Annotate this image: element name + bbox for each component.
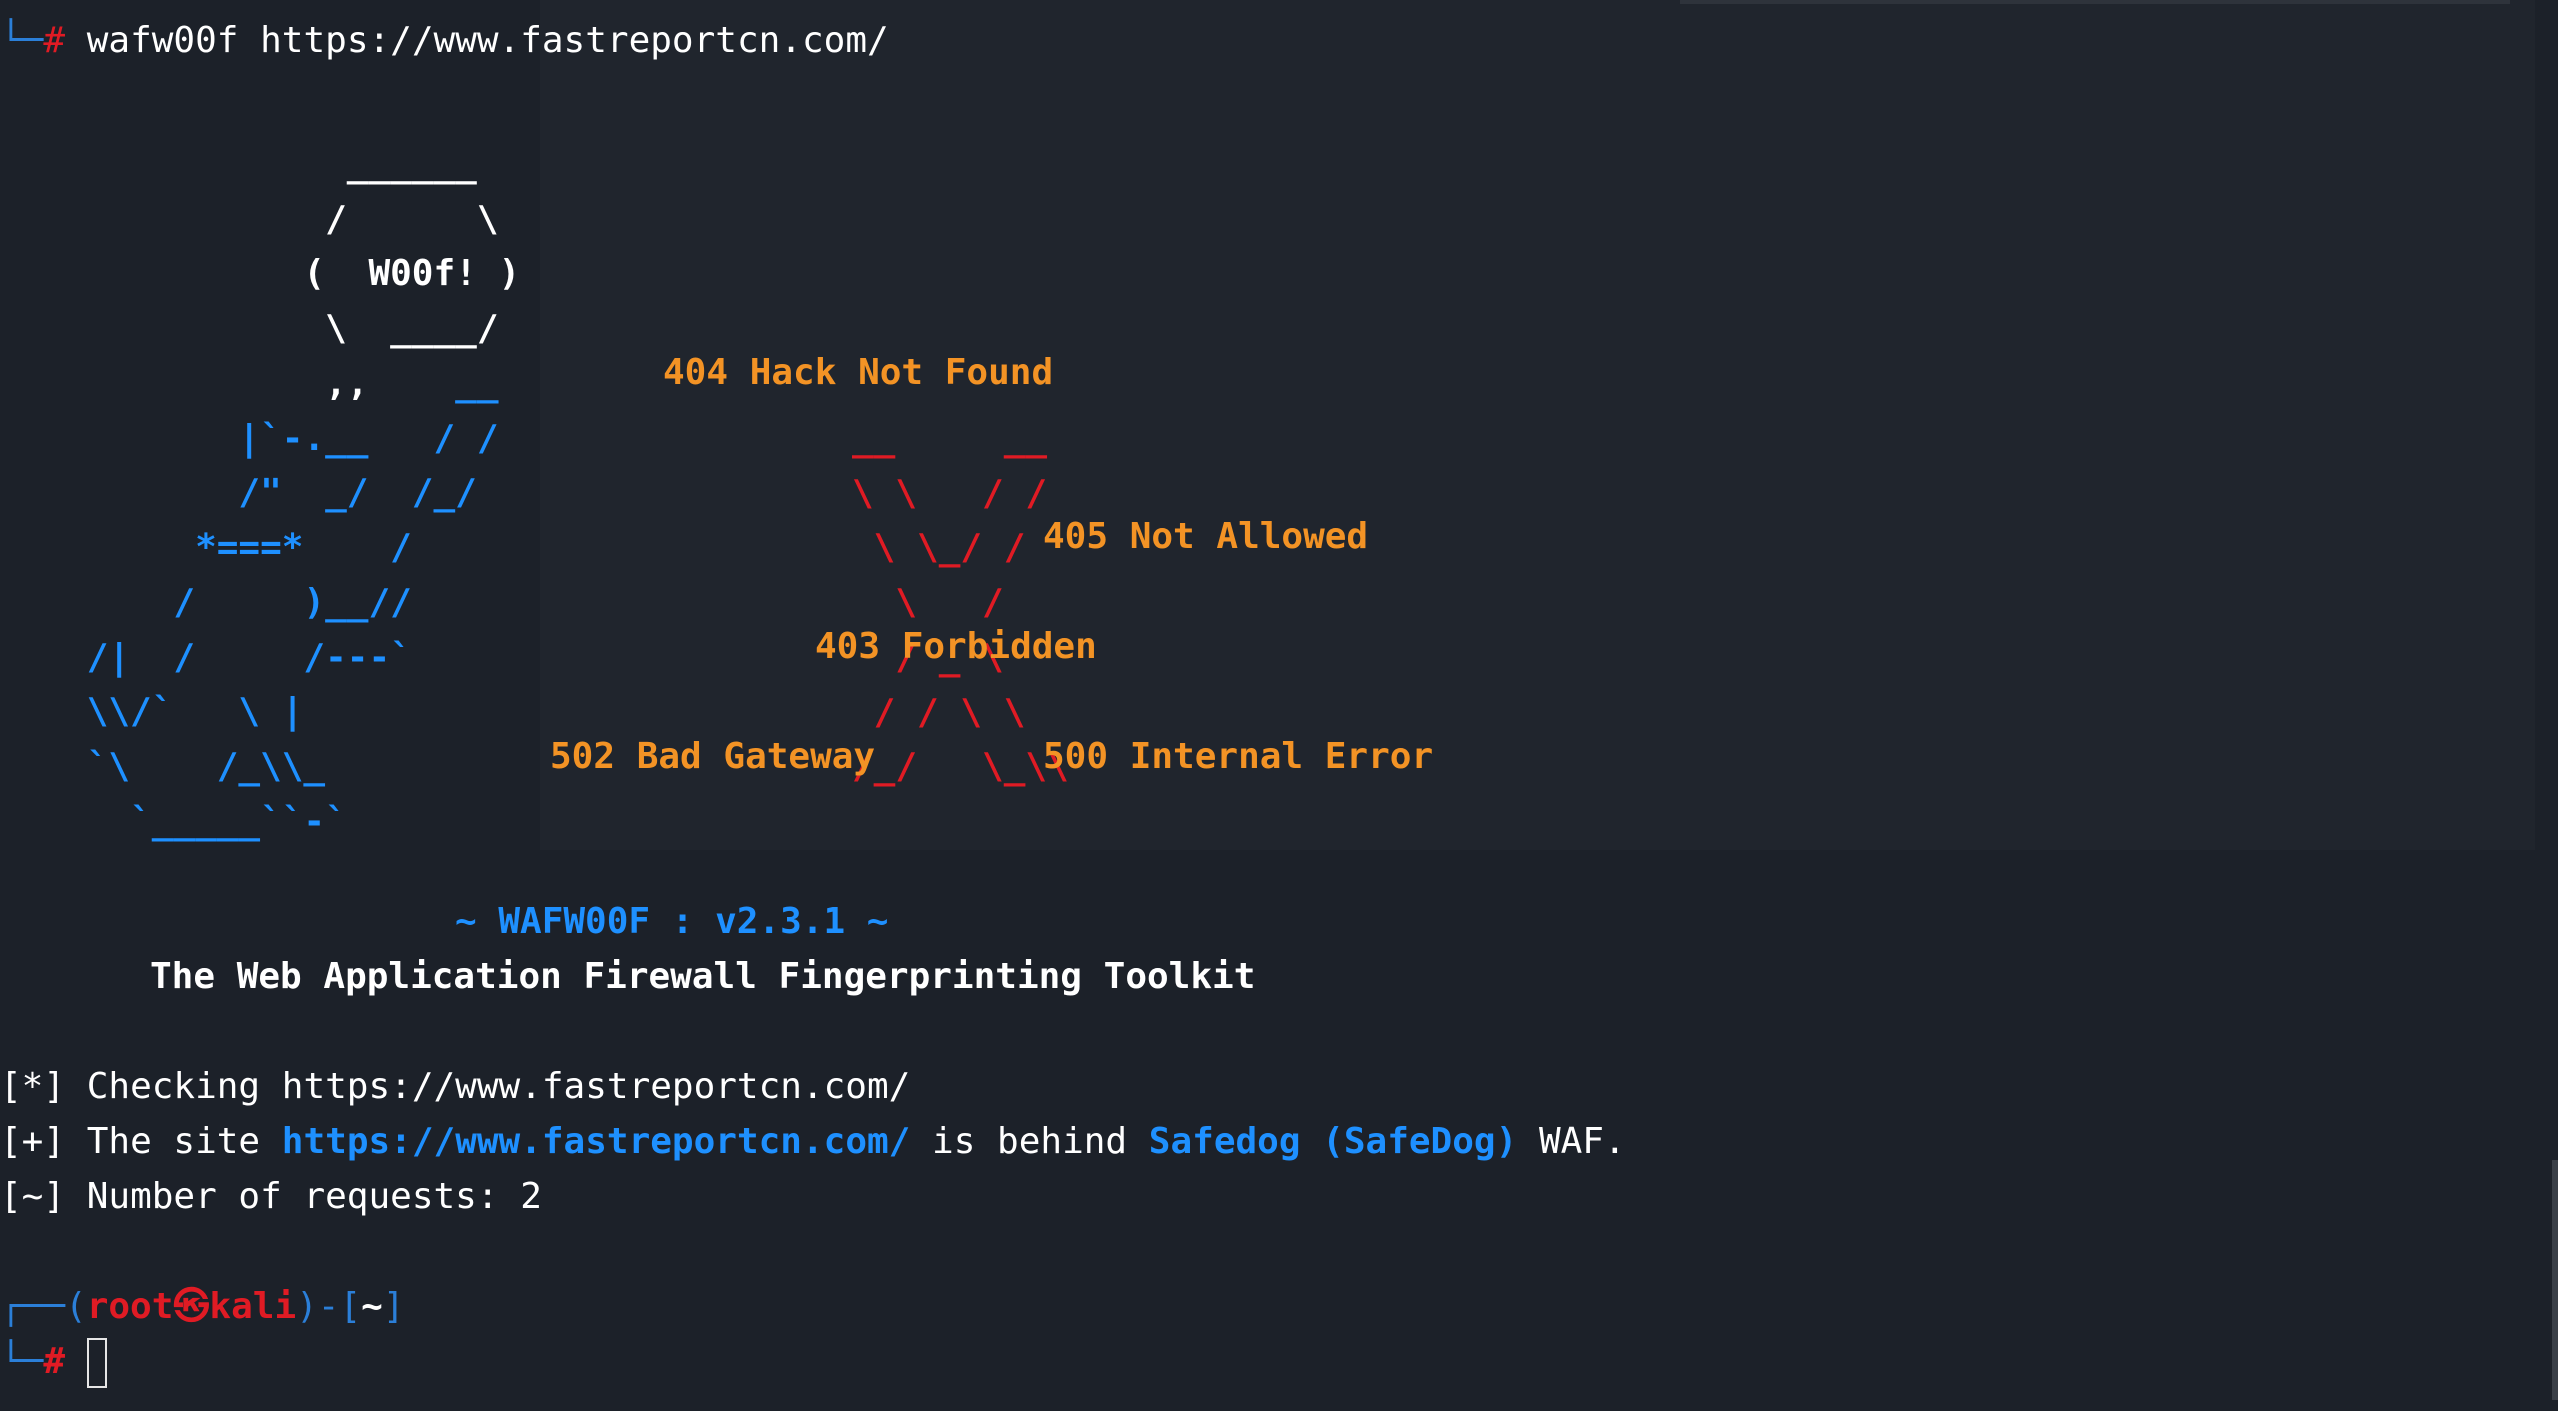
art-line: `\ /_\\_ [0, 745, 326, 787]
command-line: └─# wafw00f https://www.fastreportcn.com… [0, 14, 889, 68]
tagline: The Web Application Firewall Fingerprint… [150, 956, 1256, 997]
waf-name: Safedog (SafeDog) [1148, 1121, 1518, 1162]
label-403: 403 Forbidden [815, 626, 1097, 667]
version-line: ~ WAFW00F : v2.3.1 ~ [455, 901, 889, 942]
art-line: |`-.__ / / [0, 417, 499, 459]
art-line: /" _/ /_/ [0, 472, 477, 514]
art-line: `_____``-` [0, 800, 347, 842]
result-text-middle: is behind [932, 1121, 1128, 1162]
art-line: \\/` \ | [0, 691, 304, 733]
result-line: [+] The site https://www.fastreportcn.co… [0, 1115, 1626, 1169]
checking-text: Checking https://www.fastreportcn.com/ [86, 1066, 911, 1107]
prompt-host: kali [209, 1286, 297, 1327]
status-prefix: [+] [0, 1121, 66, 1162]
label-502: 502 Bad Gateway [550, 736, 876, 777]
scrollbar[interactable] [2552, 1160, 2558, 1400]
prompt-frame-top: ┌──( [0, 1286, 87, 1327]
prompt-header: ┌──(root㉿kali)-[~] [0, 1280, 405, 1334]
art-line: __ [0, 363, 499, 404]
art-line: \ \_/ / [852, 527, 1026, 569]
art-line: / )__// [0, 581, 412, 623]
art-line: / \ [0, 198, 499, 240]
art-line: / / \ \ [852, 691, 1026, 733]
prompt-frame-middle: )-[ [296, 1286, 362, 1327]
prompt-at-icon: ㉿ [173, 1286, 210, 1327]
ascii-x-mark: __ __ \ \ / / \ \_/ / \ / / _ \ / / \ \/_… [852, 412, 1069, 795]
art-line: *===* / [0, 527, 412, 569]
art-line: ( W00f! ) [0, 253, 521, 295]
label-404: 404 Hack Not Found [663, 352, 1054, 393]
art-line: /_/ \_\\ [852, 746, 1069, 788]
background-document-window [540, 0, 2535, 850]
art-line: \ \ / / [852, 472, 1048, 514]
result-url: https://www.fastreportcn.com/ [281, 1121, 911, 1162]
result-text-before: The site [86, 1121, 261, 1162]
command-text: wafw00f https://www.fastreportcn.com/ [86, 20, 889, 61]
prompt-directory: ~ [361, 1286, 383, 1327]
prompt-frame-bottom: └─ [0, 1341, 44, 1382]
label-500: 500 Internal Error [1043, 736, 1434, 777]
prompt-frame-close: ] [382, 1286, 405, 1327]
label-405: 405 Not Allowed [1043, 516, 1369, 557]
art-line: /| / /---` [0, 636, 412, 678]
prompt-frame-corner: └─ [0, 20, 44, 61]
status-prefix: [~] [0, 1176, 66, 1217]
prompt-symbol: # [43, 20, 66, 61]
status-prefix: [*] [0, 1066, 66, 1107]
result-text-after: WAF. [1538, 1121, 1626, 1162]
ascii-dog: __ |`-.__ / / /" _/ /_/ *===* / / )__// … [0, 357, 499, 849]
prompt-input-line[interactable]: └─# [0, 1335, 107, 1389]
art-line: \ ____/ [0, 308, 499, 350]
requests-line: [~] Number of requests: 2 [0, 1170, 542, 1224]
art-line: __ __ [852, 418, 1048, 459]
requests-text: Number of requests: 2 [86, 1176, 542, 1217]
top-scroll-track [1680, 0, 2510, 4]
text-cursor[interactable] [86, 1338, 107, 1388]
checking-line: [*] Checking https://www.fastreportcn.co… [0, 1060, 910, 1114]
prompt-symbol: # [43, 1341, 66, 1382]
prompt-user: root [86, 1286, 174, 1327]
art-line: ______ [0, 144, 477, 185]
